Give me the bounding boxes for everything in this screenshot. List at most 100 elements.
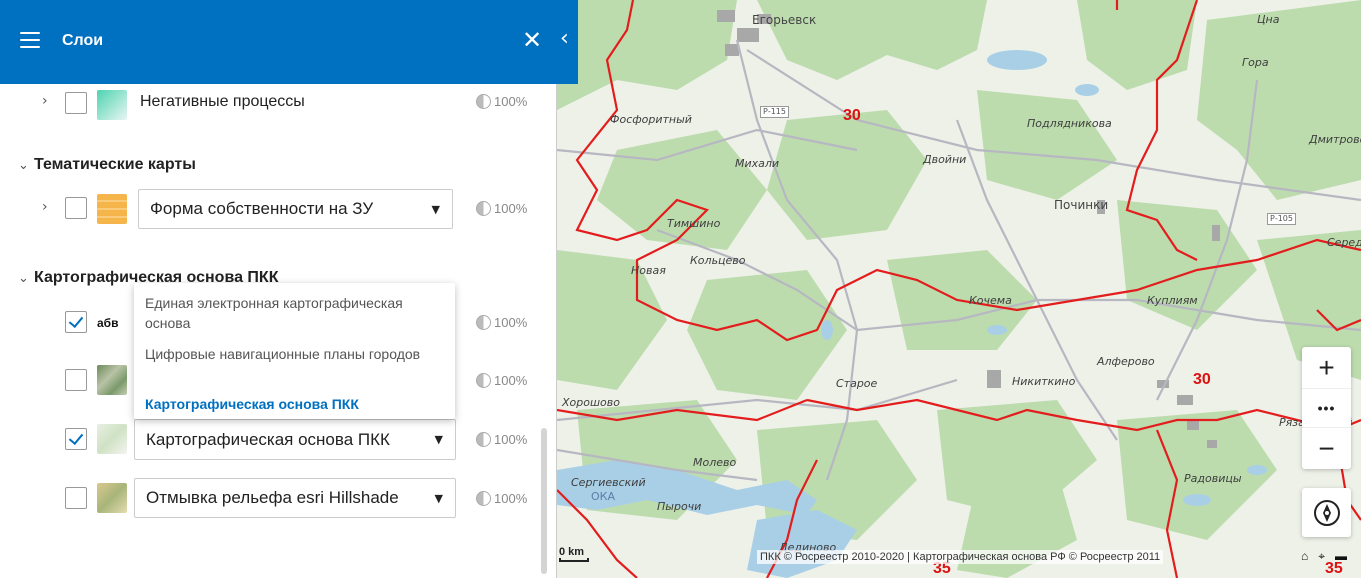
opacity-control[interactable]: 100% bbox=[476, 373, 527, 388]
map-label-radovitsy: Радовицы bbox=[1184, 472, 1242, 485]
layer-checkbox[interactable] bbox=[65, 92, 87, 114]
map-label-dmitrovsk: Дмитровск bbox=[1309, 133, 1361, 146]
opacity-icon bbox=[476, 315, 491, 330]
map-label-novaya: Новая bbox=[631, 264, 666, 277]
map-label-pochinki: Починки bbox=[1054, 198, 1109, 212]
map-scale-bar bbox=[559, 558, 589, 562]
collapse-panel-icon[interactable]: ‹ bbox=[560, 27, 569, 51]
map-label-dvoyni: Двойни bbox=[923, 153, 967, 166]
select-value: Отмывка рельефа esri Hillshade bbox=[146, 488, 399, 507]
map-road-p115: Р-115 bbox=[760, 106, 789, 118]
map-label-timshino: Тимшино bbox=[667, 217, 721, 230]
layer-style-select[interactable]: Форма собственности на ЗУ ▼ bbox=[138, 189, 453, 229]
map-label-mikhali: Михали bbox=[735, 157, 780, 170]
map-label-gora: Гора bbox=[1242, 56, 1269, 69]
map-label-nikitkino: Никиткино bbox=[1012, 375, 1076, 388]
map-road-p105: Р-105 bbox=[1267, 213, 1296, 225]
layer-style-select[interactable]: Отмывка рельефа esri Hillshade ▼ bbox=[134, 478, 456, 518]
compass-button[interactable] bbox=[1302, 488, 1351, 537]
layer-style-select[interactable]: Картографическая основа ПКК ▼ bbox=[134, 419, 456, 460]
more-tools-button[interactable]: ••• bbox=[1302, 388, 1351, 428]
dropdown-option[interactable]: Единая электронная картографическая осно… bbox=[145, 293, 445, 333]
menu-icon[interactable] bbox=[20, 32, 40, 48]
map-region-number: 30 bbox=[1193, 371, 1211, 388]
map-label-kochema: Кочема bbox=[969, 294, 1012, 307]
locate-icon[interactable]: ⌖ bbox=[1318, 549, 1325, 564]
map-label-egorievsk: Егорьевск bbox=[752, 13, 817, 27]
map-label-sered: Серед bbox=[1327, 236, 1361, 249]
dropdown-option-selected[interactable]: Картографическая основа ПКК bbox=[145, 394, 445, 414]
section-thematic[interactable]: ⌄ Тематические карты bbox=[18, 156, 196, 174]
layer-thumbnail bbox=[97, 365, 127, 395]
layer-checkbox[interactable] bbox=[65, 311, 87, 333]
map-label-staroe: Старое bbox=[836, 377, 878, 390]
zoom-in-button[interactable]: + bbox=[1302, 347, 1351, 388]
layers-panel: Слои ✕ ‹ › Негативные процессы 100% ⌄ Тем… bbox=[0, 0, 578, 578]
opacity-control[interactable]: 100% bbox=[476, 315, 527, 330]
layer-checkbox[interactable] bbox=[65, 487, 87, 509]
layer-row-hillshade: Отмывка рельефа esri Hillshade ▼ 100% bbox=[0, 478, 557, 518]
opacity-value: 100% bbox=[494, 315, 528, 330]
map-label-molevo: Молево bbox=[693, 456, 737, 469]
layer-checkbox[interactable] bbox=[65, 197, 87, 219]
opacity-control[interactable]: 100% bbox=[476, 432, 527, 447]
opacity-control[interactable]: 100% bbox=[476, 201, 527, 216]
dropdown-arrow-icon: ▼ bbox=[434, 433, 443, 446]
opacity-icon bbox=[476, 94, 491, 109]
expand-chevron-icon[interactable]: › bbox=[42, 93, 48, 109]
zoom-out-button[interactable]: − bbox=[1302, 428, 1351, 469]
map-base-layer bbox=[557, 0, 1361, 578]
dropdown-option[interactable]: Цифровые навигационные планы городов bbox=[145, 344, 445, 364]
layer-row-negative: › Негативные процессы 100% bbox=[0, 82, 557, 122]
opacity-value: 100% bbox=[494, 432, 528, 447]
select-value: Форма собственности на ЗУ bbox=[150, 199, 374, 218]
map-label-alferovo: Алферово bbox=[1097, 355, 1155, 368]
close-icon[interactable]: ✕ bbox=[522, 28, 542, 52]
layer-checkbox[interactable] bbox=[65, 369, 87, 391]
map-view[interactable]: Егорьевск Цна Гора Дмитровск Фосфоритный… bbox=[557, 0, 1361, 578]
map-scale-label: 0 km bbox=[559, 546, 585, 558]
expand-chevron-icon[interactable]: › bbox=[42, 199, 48, 215]
chevron-down-icon: ⌄ bbox=[18, 271, 29, 286]
opacity-value: 100% bbox=[494, 373, 528, 388]
opacity-control[interactable]: 100% bbox=[476, 94, 527, 109]
map-bottom-icons: ⌂ ⌖ ▬ bbox=[1301, 549, 1347, 564]
map-label-sergievsky: Сергиевский bbox=[571, 476, 646, 489]
map-region-number: 30 bbox=[843, 107, 861, 124]
panel-scrollbar[interactable] bbox=[541, 428, 547, 574]
map-label-pyrochi: Пырочи bbox=[657, 500, 702, 513]
card-icon[interactable]: ▬ bbox=[1335, 549, 1347, 564]
opacity-icon bbox=[476, 491, 491, 506]
opacity-icon bbox=[476, 373, 491, 388]
panel-header: Слои ✕ ‹ bbox=[0, 0, 578, 84]
opacity-control[interactable]: 100% bbox=[476, 491, 527, 506]
panel-title: Слои bbox=[62, 32, 104, 49]
opacity-icon bbox=[476, 201, 491, 216]
compass-icon bbox=[1313, 499, 1340, 526]
opacity-value: 100% bbox=[494, 491, 528, 506]
dropdown-arrow-icon: ▼ bbox=[431, 202, 440, 216]
map-label-oka: ОКА bbox=[591, 490, 615, 503]
layer-thumbnail-text: абв bbox=[97, 316, 119, 330]
opacity-value: 100% bbox=[494, 201, 528, 216]
layer-row-pkk-base: Картографическая основа ПКК ▼ 100% bbox=[0, 419, 557, 460]
map-label-fosforitny: Фосфоритный bbox=[610, 113, 692, 126]
map-attribution: ПКК © Росреестр 2010-2020 | Картографиче… bbox=[757, 550, 1164, 564]
opacity-value: 100% bbox=[494, 94, 528, 109]
map-label-koltsevo: Кольцево bbox=[690, 254, 746, 267]
map-label-tsna: Цна bbox=[1257, 13, 1280, 26]
layer-row-ownership: › Форма собственности на ЗУ ▼ 100% bbox=[0, 188, 557, 229]
dropdown-arrow-icon: ▼ bbox=[434, 491, 443, 505]
layer-thumbnail bbox=[97, 90, 127, 120]
select-value: Картографическая основа ПКК bbox=[146, 429, 390, 449]
opacity-icon bbox=[476, 432, 491, 447]
chevron-down-icon: ⌄ bbox=[18, 158, 29, 173]
layer-checkbox[interactable] bbox=[65, 428, 87, 450]
section-title: Тематические карты bbox=[34, 156, 196, 173]
map-label-khoroshovo: Хорошово bbox=[562, 396, 620, 409]
base-map-dropdown-menu: Единая электронная картографическая осно… bbox=[134, 283, 455, 419]
layer-thumbnail bbox=[97, 424, 127, 454]
home-icon[interactable]: ⌂ bbox=[1301, 549, 1308, 564]
zoom-control: + ••• − bbox=[1302, 347, 1351, 469]
layer-label: Негативные процессы bbox=[140, 93, 305, 110]
